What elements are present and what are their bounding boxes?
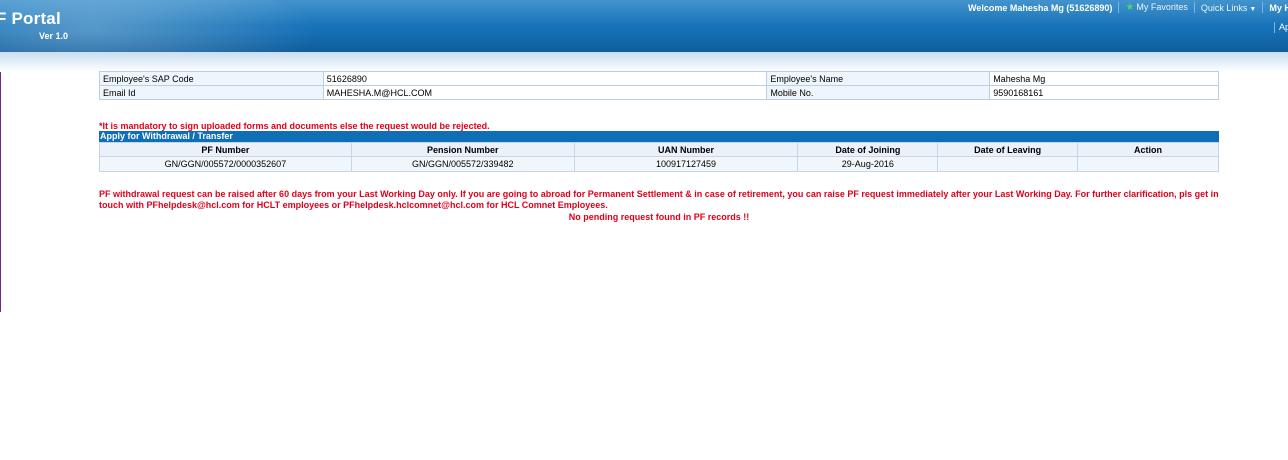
welcome-text: Welcome Mahesha Mg (51626890) [968,2,1113,13]
mobile-value: 9590168161 [989,85,1219,100]
caret-down-icon: ▼ [1249,5,1257,13]
nav-separator [1193,2,1195,13]
portal-header: F Portal Ver 1.0 Welcome Mahesha Mg (516… [0,0,1288,52]
employee-info-table: Employee's SAP Code 51626890 Employee's … [99,71,1219,100]
top-navigation: Welcome Mahesha Mg (51626890) ★ My Favori… [968,1,1288,14]
employee-name-label: Employee's Name [766,71,991,86]
email-value: MAHESHA.M@HCL.COM [322,85,768,100]
email-label: Email Id [99,85,324,100]
my-hcl-link[interactable]: My HC [1269,3,1288,13]
uan-number-cell: 100917127459 [573,156,799,172]
my-favorites-label: My Favorites [1136,2,1188,12]
portal-version: Ver 1.0 [39,31,69,41]
mobile-label: Mobile No. [766,85,991,100]
column-header-uan-number: UAN Number [573,142,799,157]
mandatory-notice: *It is mandatory to sign uploaded forms … [99,121,490,131]
column-header-action: Action [1077,142,1219,157]
section-title: Apply for Withdrawal / Transfer [99,131,1219,142]
quick-links-menu[interactable]: Quick Links ▼ [1201,3,1256,13]
sap-code-label: Employee's SAP Code [99,71,324,86]
column-header-date-of-leaving: Date of Leaving [937,142,1079,157]
sap-code-value: 51626890 [322,71,768,86]
portal-title: F Portal [0,9,61,28]
column-header-pf-number: PF Number [99,142,352,157]
action-cell[interactable] [1077,156,1219,172]
column-header-pension-number: Pension Number [350,142,575,157]
pf-table: PF Number Pension Number UAN Number Date… [99,142,1219,172]
nav-separator [1274,22,1275,33]
table-row: GN/GGN/005572/0000352607 GN/GGN/005572/3… [99,156,1219,172]
pension-number-cell: GN/GGN/005572/339482 [350,156,575,172]
pf-number-cell: GN/GGN/005572/0000352607 [99,156,352,172]
withdrawal-note: PF withdrawal request can be raised afte… [99,189,1219,210]
column-header-date-of-joining: Date of Joining [797,142,939,157]
table-header-row: PF Number Pension Number UAN Number Date… [99,142,1219,157]
ap-link[interactable]: Ap [1279,22,1288,32]
date-of-joining-cell: 29-Aug-2016 [797,156,939,172]
nav-separator [1262,2,1264,13]
no-pending-message: No pending request found in PF records !… [568,212,750,222]
table-row: Email Id MAHESHA.M@HCL.COM Mobile No. 95… [99,85,1219,100]
nav-separator [1118,2,1120,13]
header-fade [0,52,1288,72]
table-row: Employee's SAP Code 51626890 Employee's … [99,71,1219,86]
my-favorites-link[interactable]: ★ My Favorites [1125,2,1187,13]
employee-name-value: Mahesha Mg [989,71,1219,86]
quick-links-label: Quick Links [1200,2,1248,13]
date-of-leaving-cell [937,156,1079,172]
star-icon: ★ [1125,2,1135,13]
